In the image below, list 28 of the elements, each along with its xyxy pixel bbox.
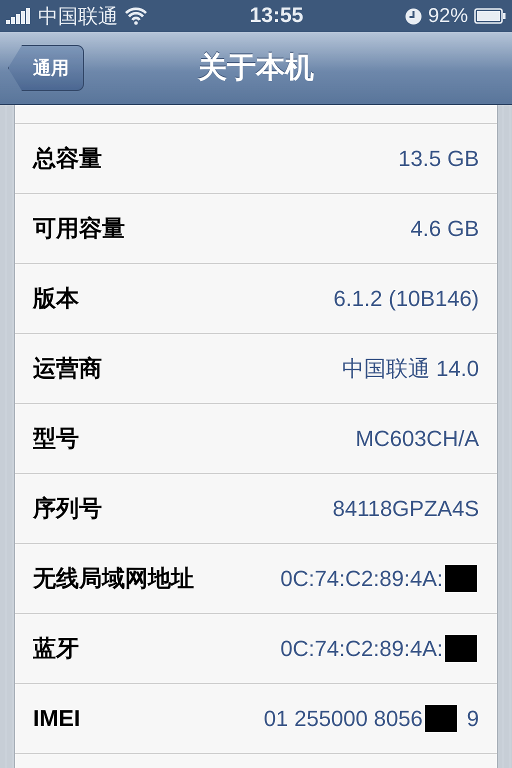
row-label: 运营商 (33, 354, 102, 383)
row-label: 无线局域网地址 (33, 564, 194, 593)
page-title: 关于本机 (198, 51, 314, 86)
battery-percent: 92% (428, 4, 468, 28)
row-label: 可用容量 (33, 214, 125, 243)
back-button[interactable]: 通用 (8, 45, 84, 91)
battery-icon (474, 8, 506, 24)
row-label: 型号 (33, 424, 79, 453)
carrier-name: 中国联通 (38, 4, 118, 30)
row-label: 版本 (33, 284, 79, 313)
row-value: 13.5 GB (398, 146, 479, 172)
row-value: 84118GPZA4S (332, 496, 479, 522)
row-label: 总容量 (33, 144, 102, 173)
row-label: 序列号 (33, 494, 102, 523)
row-value: 01 255000 8056 (264, 706, 423, 732)
row-value: MC603CH/A (356, 426, 479, 452)
row-value: 0C:74:C2:89:4A: (280, 566, 443, 592)
wifi-icon (124, 7, 148, 25)
row-value: 中国联通 14.0 (342, 354, 479, 382)
row-label: IMEI (33, 705, 80, 732)
signal-icon (6, 8, 32, 24)
row-value: 0C:74:C2:89:4A: (280, 636, 443, 662)
row-value: 9 (466, 706, 479, 732)
row-value: 6.1.2 (10B146) (333, 286, 479, 312)
row-value: 4.6 GB (410, 216, 479, 242)
row-label: 蓝牙 (33, 634, 79, 663)
clock-icon (404, 8, 422, 24)
clock-time: 13:55 (248, 4, 304, 28)
